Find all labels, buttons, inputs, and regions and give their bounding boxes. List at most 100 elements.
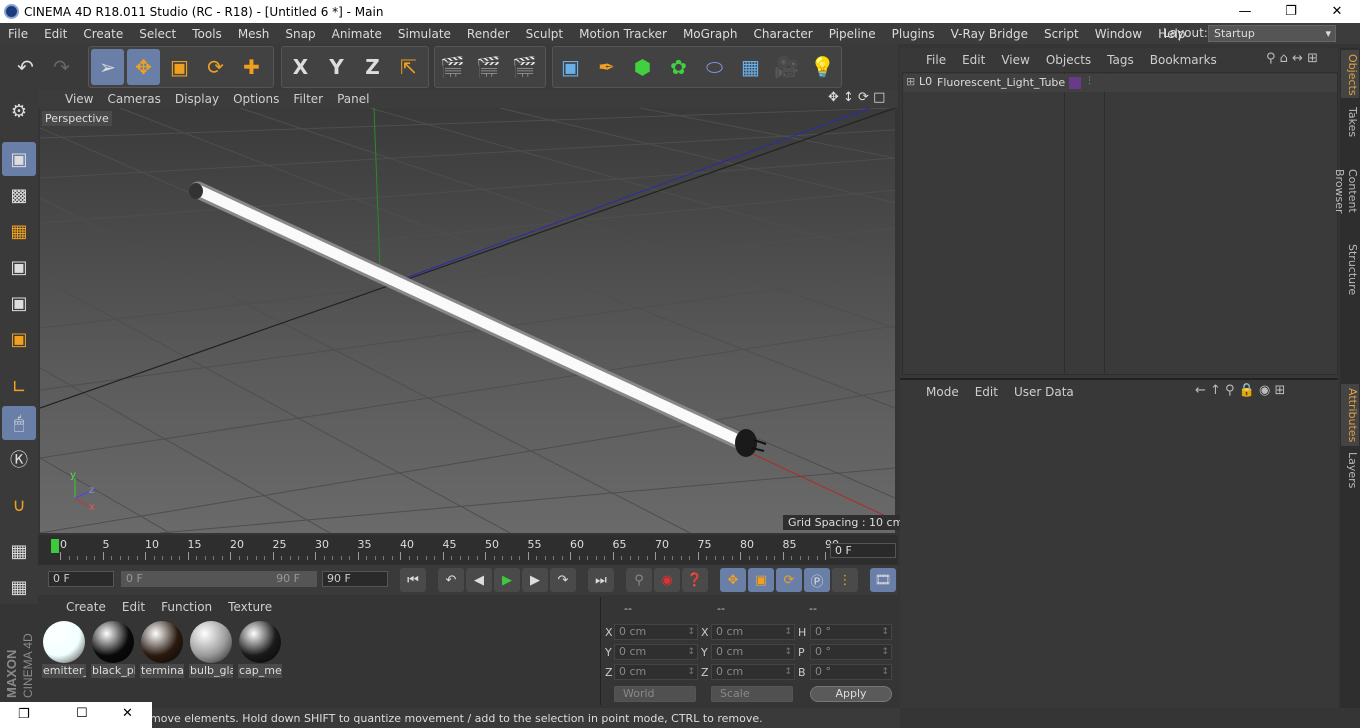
current-frame-field[interactable]: 0 F: [830, 543, 896, 558]
tab-layers[interactable]: Layers: [1341, 448, 1359, 488]
render-picture-viewer-icon[interactable]: 🎬: [472, 49, 505, 85]
object-menu-file[interactable]: File: [918, 53, 954, 67]
end-frame-field[interactable]: 90 F: [322, 571, 388, 587]
object-menu-view[interactable]: View: [993, 53, 1037, 67]
pos-z-field[interactable]: 0 cm: [614, 664, 698, 680]
record-keys-icon[interactable]: ⚲: [626, 568, 652, 592]
snapping-icon[interactable]: Ⓚ: [2, 442, 36, 476]
tab-attributes[interactable]: Attributes: [1341, 384, 1359, 446]
pos-y-field[interactable]: 0 cm: [614, 644, 698, 660]
key-scale-icon[interactable]: ▣: [748, 568, 774, 592]
workplane-lock-icon[interactable]: ▦: [2, 534, 36, 568]
coordinate-system-icon[interactable]: ⇱: [392, 49, 425, 85]
size-y-field[interactable]: 0 cm: [711, 644, 795, 660]
layer-color-swatch[interactable]: [1069, 77, 1081, 89]
x-axis-lock-button[interactable]: X: [284, 49, 317, 85]
object-name[interactable]: Fluorescent_Light_Tube: [937, 76, 1065, 89]
tab-content-browser[interactable]: Content Browser: [1333, 146, 1359, 236]
layout-select[interactable]: Startup: [1208, 25, 1336, 42]
menu-motion-tracker[interactable]: Motion Tracker: [571, 27, 675, 41]
go-to-previous-key-icon[interactable]: ↶: [438, 568, 464, 592]
menu-file[interactable]: File: [0, 27, 36, 41]
minimized-window-bar[interactable]: ❐ ☐ ✕: [0, 702, 152, 728]
viewport-navigation-icon[interactable]: ✥ ↕ ⟳ □: [828, 90, 885, 105]
render-settings-icon[interactable]: 🎬: [508, 49, 541, 85]
menu-mesh[interactable]: Mesh: [230, 27, 278, 41]
window-maximize-icon[interactable]: ☐: [76, 706, 88, 721]
key-pla-icon[interactable]: ⋮: [832, 568, 858, 592]
object-menu-objects[interactable]: Objects: [1038, 53, 1099, 67]
polygons-mode-icon[interactable]: ▣: [2, 322, 36, 356]
menu-simulate[interactable]: Simulate: [390, 27, 459, 41]
menu-snap[interactable]: Snap: [277, 27, 323, 41]
keyframe-selection-icon[interactable]: ❓: [682, 568, 708, 592]
object-search-icon[interactable]: ⚲ ⌂ ↔ ⊞: [1266, 51, 1318, 66]
menu-plugins[interactable]: Plugins: [884, 27, 943, 41]
menu-edit[interactable]: Edit: [36, 27, 75, 41]
key-parameter-icon[interactable]: Ⓟ: [804, 568, 830, 592]
viewport-menu-view[interactable]: View: [58, 92, 100, 106]
last-tool-icon[interactable]: ✚: [235, 49, 268, 85]
menu-mograph[interactable]: MoGraph: [675, 27, 746, 41]
timeline-window-icon[interactable]: 🎞: [870, 568, 896, 592]
coordinate-mode-dropdown[interactable]: World: [614, 686, 696, 702]
viewport-menu-cameras[interactable]: Cameras: [100, 92, 167, 106]
material-bulb-gla[interactable]: bulb_gla: [189, 620, 233, 680]
menu-tools[interactable]: Tools: [184, 27, 230, 41]
rot-p-field[interactable]: 0 °: [810, 644, 892, 660]
minimize-button[interactable]: —: [1222, 0, 1268, 23]
material-terminal[interactable]: terminal: [140, 620, 184, 680]
start-frame-field[interactable]: 0 F: [48, 571, 114, 587]
pen-icon[interactable]: ✒: [590, 49, 623, 85]
texture-mode-icon[interactable]: ▩: [2, 178, 36, 212]
apply-button[interactable]: Apply: [810, 686, 892, 702]
edges-mode-icon[interactable]: ▣: [2, 286, 36, 320]
viewport-menu-display[interactable]: Display: [168, 92, 226, 106]
floor-icon[interactable]: ▦: [734, 49, 767, 85]
material-cap-met[interactable]: cap_met: [238, 620, 282, 680]
material-menu-texture[interactable]: Texture: [220, 600, 280, 616]
rot-h-field[interactable]: 0 °: [810, 624, 892, 640]
perspective-viewport[interactable]: y z x: [40, 108, 895, 533]
close-button[interactable]: ✕: [1314, 0, 1360, 23]
y-axis-lock-button[interactable]: Y: [320, 49, 353, 85]
attribute-menu-edit[interactable]: Edit: [967, 385, 1006, 399]
next-frame-icon[interactable]: ▶: [522, 568, 548, 592]
maximize-button[interactable]: ❐: [1268, 0, 1314, 23]
autokeying-icon[interactable]: ◉: [654, 568, 680, 592]
workplane-icon[interactable]: ▦: [2, 214, 36, 248]
tab-structure[interactable]: Structure: [1341, 240, 1359, 295]
timeline-ruler[interactable]: 051015202530354045505560657075808590: [50, 538, 839, 560]
undo-icon[interactable]: ↶: [9, 49, 42, 85]
size-x-field[interactable]: 0 cm: [711, 624, 795, 640]
menu-animate[interactable]: Animate: [324, 27, 390, 41]
object-menu-bookmarks[interactable]: Bookmarks: [1142, 53, 1225, 67]
axis-mode-icon[interactable]: ∟: [2, 370, 36, 404]
go-to-end-icon[interactable]: ⏭: [588, 568, 614, 592]
tab-objects[interactable]: Objects: [1341, 50, 1359, 98]
menu-script[interactable]: Script: [1036, 27, 1087, 41]
size-z-field[interactable]: 0 cm: [711, 664, 795, 680]
key-rotation-icon[interactable]: ⟳: [776, 568, 802, 592]
playhead[interactable]: [51, 539, 59, 553]
key-position-icon[interactable]: ✥: [720, 568, 746, 592]
object-menu-tags[interactable]: Tags: [1099, 53, 1142, 67]
material-menu-edit[interactable]: Edit: [114, 600, 153, 616]
menu-window[interactable]: Window: [1087, 27, 1150, 41]
object-list[interactable]: [902, 72, 1338, 375]
points-mode-icon[interactable]: ▣: [2, 250, 36, 284]
material-emitter[interactable]: emitter_: [42, 620, 86, 680]
magnet-icon[interactable]: ∪: [2, 488, 36, 522]
viewport-menu-panel[interactable]: Panel: [330, 92, 376, 106]
object-menu-edit[interactable]: Edit: [954, 53, 993, 67]
menu-v-ray-bridge[interactable]: V-Ray Bridge: [943, 27, 1036, 41]
camera-icon[interactable]: 🎥: [770, 49, 803, 85]
menu-render[interactable]: Render: [459, 27, 518, 41]
tweak-mode-icon[interactable]: 🖱: [2, 406, 36, 440]
light-icon[interactable]: 💡: [806, 49, 839, 85]
attribute-nav-icon[interactable]: ← ↑ ⚲ 🔒 ◉ ⊞: [1195, 383, 1285, 398]
viewport-menu-options[interactable]: Options: [226, 92, 286, 106]
material-black-pl[interactable]: black_pl: [91, 620, 135, 680]
model-mode-icon[interactable]: ▣: [2, 142, 36, 176]
render-view-icon[interactable]: 🎬: [436, 49, 469, 85]
